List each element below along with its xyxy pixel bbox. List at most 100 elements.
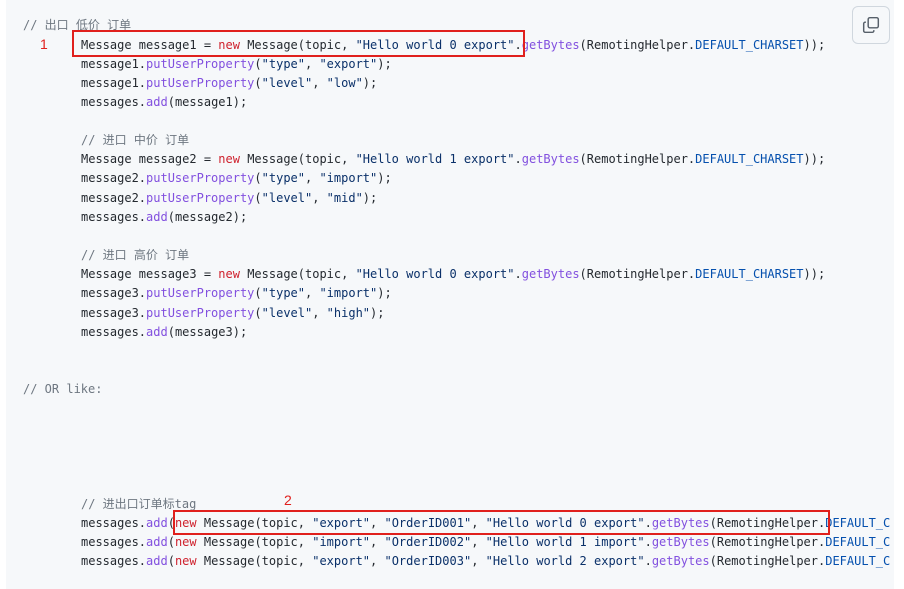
- code-token: ,: [471, 535, 486, 549]
- code-token: DEFAULT_CHARSET: [695, 38, 804, 52]
- code-line: // 进口 高价 订单: [81, 246, 189, 265]
- code-token: .: [644, 535, 652, 549]
- code-token: getBytes: [521, 267, 580, 281]
- code-token: Message(topic,: [196, 554, 313, 568]
- code-token: new: [218, 152, 240, 166]
- code-token: DEFAULT_C: [825, 516, 891, 530]
- code-token: new: [174, 554, 197, 568]
- code-token: "mid": [326, 191, 363, 205]
- code-token: DEFAULT_C: [825, 554, 891, 568]
- code-token: "type": [261, 286, 305, 300]
- code-token: "type": [261, 171, 305, 185]
- code-line: // 进口 中价 订单: [81, 131, 189, 150]
- code-token: "OrderID003": [384, 554, 472, 568]
- code-line: messages.add(message1);: [81, 93, 247, 112]
- code-token: "type": [261, 57, 305, 71]
- code-token: "import": [312, 535, 371, 549]
- code-token: (: [254, 76, 262, 90]
- code-token: "Hello world 1 import": [485, 535, 645, 549]
- code-token: );: [370, 306, 385, 320]
- code-token: message1.: [81, 57, 147, 71]
- code-token: getBytes: [651, 535, 710, 549]
- code-token: ));: [803, 267, 826, 281]
- code-block[interactable]: // 出口 低价 订单 Message message1 = new Messa…: [6, 0, 894, 589]
- code-token: ));: [803, 38, 826, 52]
- code-line: message2.putUserProperty("type", "import…: [81, 169, 392, 188]
- code-token: getBytes: [651, 554, 710, 568]
- code-token: Message(topic,: [196, 535, 313, 549]
- code-token: ,: [312, 76, 327, 90]
- code-token: add: [146, 210, 168, 224]
- code-token: ,: [305, 171, 320, 185]
- code-token: "OrderID002": [384, 535, 472, 549]
- code-token: ,: [370, 535, 385, 549]
- code-token: putUserProperty: [146, 286, 255, 300]
- code-token: "level": [261, 306, 313, 320]
- code-token: (: [167, 554, 175, 568]
- code-token: ,: [370, 554, 385, 568]
- code-token: new: [218, 267, 240, 281]
- code-token: (message1);: [167, 95, 248, 109]
- code-token: Message(topic,: [239, 152, 356, 166]
- code-token: "Hello world 1 export": [355, 152, 515, 166]
- code-token: DEFAULT_CHARSET: [695, 152, 804, 166]
- annotation-label-1: 1: [40, 36, 48, 52]
- code-token: (message2);: [167, 210, 248, 224]
- code-token: message1.: [81, 76, 147, 90]
- code-token: ,: [471, 554, 486, 568]
- code-token: (: [254, 306, 262, 320]
- code-line: message3.putUserProperty("type", "import…: [81, 284, 392, 303]
- code-token: );: [377, 171, 392, 185]
- code-token: (RemotingHelper.: [709, 554, 826, 568]
- code-token: (RemotingHelper.: [709, 535, 826, 549]
- code-token: DEFAULT_C: [825, 535, 891, 549]
- copy-button[interactable]: [852, 6, 890, 44]
- code-line: messages.add(new Message(topic, "import"…: [81, 533, 890, 552]
- code-token: .: [514, 267, 522, 281]
- code-token: );: [362, 76, 378, 90]
- code-token: "level": [261, 76, 313, 90]
- code-token: );: [377, 57, 392, 71]
- code-token: Message(topic,: [239, 267, 356, 281]
- code-token: ));: [803, 152, 826, 166]
- code-token: messages.: [81, 516, 147, 530]
- code-token: DEFAULT_CHARSET: [695, 267, 804, 281]
- code-token: (RemotingHelper.: [579, 267, 696, 281]
- code-token: add: [146, 554, 168, 568]
- code-token: Message message3 =: [81, 267, 219, 281]
- annotation-label-2: 2: [284, 492, 292, 508]
- code-token: messages.: [81, 554, 147, 568]
- code-token: (: [254, 57, 262, 71]
- code-token: ,: [312, 306, 327, 320]
- code-line: messages.add(new Message(topic, "export"…: [81, 552, 890, 571]
- code-token: Message message2 =: [81, 152, 219, 166]
- code-line: messages.add(message2);: [81, 208, 247, 227]
- code-token: add: [146, 325, 168, 339]
- code-line: messages.add(message3);: [81, 323, 247, 342]
- code-token: .: [514, 152, 522, 166]
- code-token: "level": [261, 191, 313, 205]
- code-token: "export": [312, 554, 371, 568]
- code-token: // 进出口订单标tag: [81, 497, 197, 511]
- code-token: message2.: [81, 191, 147, 205]
- code-token: "export": [319, 57, 378, 71]
- code-token: // 进口 中价 订单: [81, 133, 190, 147]
- code-token: new: [174, 535, 197, 549]
- code-line: Message message2 = new Message(topic, "H…: [81, 150, 825, 169]
- code-token: message3.: [81, 286, 147, 300]
- code-token: "import": [319, 286, 378, 300]
- annotation-box-1: [72, 30, 525, 57]
- code-token: (: [167, 535, 175, 549]
- code-line: message2.putUserProperty("level", "mid")…: [81, 189, 377, 208]
- code-line: message1.putUserProperty("level", "low")…: [81, 74, 377, 93]
- code-token: message3.: [81, 306, 147, 320]
- code-token: ,: [312, 191, 327, 205]
- code-token: (message3);: [167, 325, 248, 339]
- code-token: .: [644, 554, 652, 568]
- code-token: ,: [305, 286, 320, 300]
- code-token: (RemotingHelper.: [579, 152, 696, 166]
- code-token: message2.: [81, 171, 147, 185]
- code-token: "import": [319, 171, 378, 185]
- code-line: Message message3 = new Message(topic, "H…: [81, 265, 825, 284]
- code-token: (RemotingHelper.: [579, 38, 696, 52]
